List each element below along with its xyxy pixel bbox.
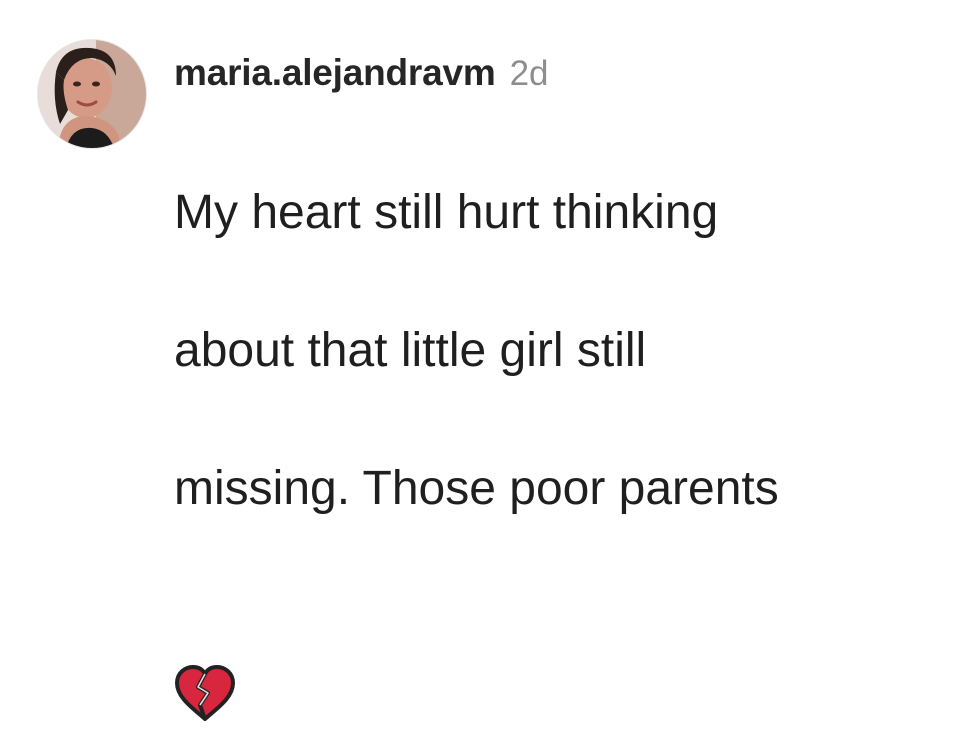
comment-text-line: about that little girl still [174, 324, 647, 377]
comment-text: My heart still hurt thinking about that … [174, 109, 954, 740]
comment-text-line: missing. Those poor parents [174, 462, 779, 515]
comment-meta: maria.alejandravm 2d [174, 50, 954, 97]
broken-heart-icon [174, 596, 236, 740]
comment-content: maria.alejandravm 2d My heart still hurt… [174, 50, 954, 740]
avatar[interactable] [38, 40, 146, 148]
comment-item: maria.alejandravm 2d My heart still hurt… [0, 0, 980, 721]
comment-text-line: My heart still hurt thinking [174, 186, 719, 239]
username-link[interactable]: maria.alejandravm [174, 50, 496, 96]
timestamp[interactable]: 2d [510, 51, 549, 97]
avatar-image [38, 40, 146, 148]
